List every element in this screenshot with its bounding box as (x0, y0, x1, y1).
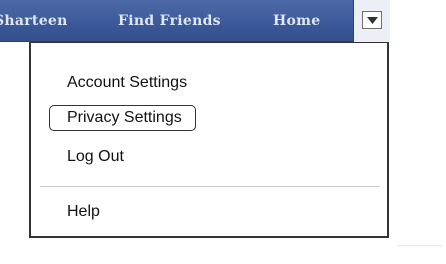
nav-home-link[interactable]: Home (273, 13, 321, 29)
page-edge-rule (398, 245, 442, 246)
account-dropdown-menu: Account Settings Privacy Settings Log Ou… (29, 42, 389, 238)
top-navigation-bar: Sharteen Find Friends Home (0, 0, 390, 42)
chevron-down-icon (362, 11, 382, 29)
chevron-down-glyph (367, 17, 378, 24)
menu-item-log-out[interactable]: Log Out (67, 148, 124, 166)
menu-item-account-settings[interactable]: Account Settings (67, 74, 187, 92)
nav-profile-link[interactable]: Sharteen (0, 13, 68, 29)
menu-item-help[interactable]: Help (67, 203, 100, 221)
menu-item-privacy-settings[interactable]: Privacy Settings (49, 105, 196, 131)
nav-find-friends-link[interactable]: Find Friends (118, 13, 221, 29)
account-dropdown-button[interactable] (353, 0, 390, 42)
menu-divider (40, 186, 380, 187)
